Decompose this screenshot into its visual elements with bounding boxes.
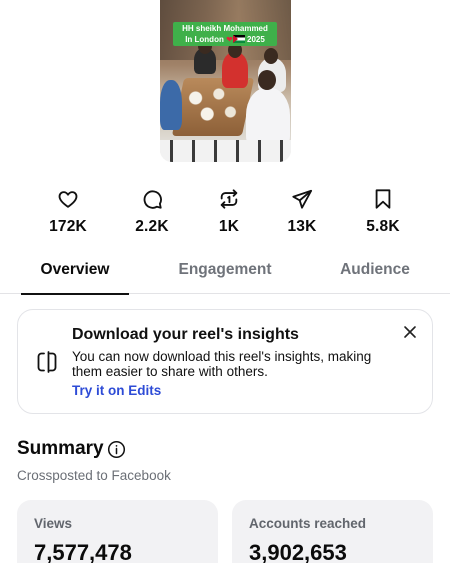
thumbnail-fence [160,140,291,162]
tab-engagement-label: Engagement [178,261,272,278]
reel-thumbnail[interactable]: HH sheikh Mohammed In London ❤ 2025 [160,0,291,162]
saves-count: 5.8K [366,218,400,235]
heart-icon [58,191,78,208]
card-title: Download your reel's insights [72,326,299,343]
edits-app-icon [37,351,57,373]
saves-stat[interactable]: 5.8K [343,188,423,236]
try-on-edits-link[interactable]: Try it on Edits [72,383,161,398]
crosspost-note: Crossposted to Facebook [17,468,171,483]
tab-audience-label: Audience [340,261,410,278]
thumbnail-person [246,88,290,148]
summary-heading: Summary [17,438,104,459]
bookmark-icon [375,189,391,209]
tab-overview[interactable]: Overview [21,258,129,295]
comment-icon [143,190,162,209]
caption-line-1: HH sheikh Mohammed [182,24,268,33]
accounts-reached-value: 3,902,653 [249,540,347,563]
comments-stat[interactable]: 2.2K [112,188,192,236]
caption-year: 2025 [247,35,265,44]
close-icon[interactable] [402,324,418,340]
shares-count: 13K [287,218,317,235]
flag-icon [232,35,245,43]
thumbnail-plates [184,86,242,126]
reposts-stat[interactable]: 1K [189,188,269,236]
comments-count: 2.2K [135,218,169,235]
thumbnail-person [160,80,182,130]
active-tab-indicator [21,293,129,295]
accounts-reached-metric-card[interactable]: Accounts reached 3,902,653 [232,500,433,563]
engagement-stats: 172K 2.2K 1K 13K 5.8K [0,188,450,240]
views-metric-card[interactable]: Views 7,577,478 [17,500,218,563]
tab-audience[interactable]: Audience [330,258,420,294]
accounts-reached-label: Accounts reached [249,516,367,531]
thumbnail-head [258,70,276,90]
repost-icon [220,189,238,209]
views-value: 7,577,478 [34,540,132,563]
caption-line-2: In London ❤ 2025 [176,34,274,45]
info-icon[interactable] [107,440,126,459]
likes-count: 172K [49,218,87,235]
card-body: You can now download this reel's insight… [72,349,372,379]
tab-engagement[interactable]: Engagement [168,258,282,294]
caption-location: In London [185,35,224,44]
reposts-count: 1K [218,218,240,235]
heart-emoji-icon: ❤ [226,35,233,44]
shares-stat[interactable]: 13K [262,188,342,236]
download-insights-card: Download your reel's insights You can no… [17,309,433,414]
views-label: Views [34,516,73,531]
thumbnail-caption: HH sheikh Mohammed In London ❤ 2025 [173,22,277,46]
likes-stat[interactable]: 172K [28,188,108,236]
tab-overview-label: Overview [40,261,110,278]
thumbnail-head [264,48,278,64]
insights-tabs: Overview Engagement Audience [0,258,450,295]
share-icon [292,189,313,209]
